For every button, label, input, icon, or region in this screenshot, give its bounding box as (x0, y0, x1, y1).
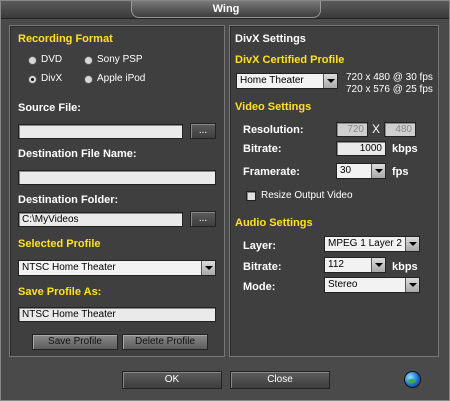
wing-window: Wing Recording Format DVD Sony PSP DivX … (0, 0, 450, 401)
radio-divx-label: DivX (41, 73, 63, 84)
globe-icon[interactable] (404, 371, 421, 388)
destination-folder-label: Destination Folder: (18, 194, 119, 206)
save-profile-as-input[interactable]: NTSC Home Theater (18, 307, 216, 322)
certified-profile-label: DivX Certified Profile (235, 54, 345, 66)
radio-apple-ipod[interactable] (84, 75, 93, 84)
right-panel: DivX Settings DivX Certified Profile Hom… (229, 25, 439, 357)
selected-profile-value: NTSC Home Theater (22, 262, 116, 273)
video-bitrate-label: Bitrate: (243, 143, 282, 155)
destination-name-label: Destination File Name: (18, 148, 137, 160)
chevron-down-icon[interactable] (405, 278, 419, 292)
audio-bitrate-value: 112 (328, 259, 344, 270)
save-profile-button[interactable]: Save Profile (32, 334, 118, 350)
resize-output-label: Resize Output Video (261, 190, 353, 201)
radio-dvd-label: DVD (41, 54, 63, 65)
window-title: Wing (131, 1, 321, 18)
audio-bitrate-unit: kbps (392, 261, 418, 273)
selected-profile-select[interactable]: NTSC Home Theater (18, 260, 216, 276)
destination-name-input[interactable] (18, 170, 216, 185)
mode-value: Stereo (328, 279, 358, 290)
radio-apple-ipod-label: Apple iPod (97, 73, 146, 84)
delete-profile-button[interactable]: Delete Profile (122, 334, 208, 350)
source-file-input[interactable] (18, 124, 183, 139)
radio-dvd[interactable] (28, 56, 37, 65)
left-panel: Recording Format DVD Sony PSP DivX Apple… (9, 25, 225, 357)
framerate-unit: fps (392, 166, 409, 178)
close-button[interactable]: Close (230, 371, 330, 389)
certified-profile-select[interactable]: Home Theater (236, 73, 338, 89)
mode-select[interactable]: Stereo (324, 277, 420, 293)
framerate-label: Framerate: (243, 166, 300, 178)
mode-label: Mode: (243, 281, 276, 293)
chevron-down-icon[interactable] (371, 164, 385, 178)
recording-format-label: Recording Format (18, 33, 113, 45)
source-file-label: Source File: (18, 102, 81, 114)
resolution-width-input[interactable]: 720 (336, 122, 368, 137)
layer-label: Layer: (243, 240, 277, 252)
title-bar[interactable]: Wing (1, 1, 449, 19)
chevron-down-icon[interactable] (323, 74, 337, 88)
divx-settings-title: DivX Settings (235, 33, 306, 45)
save-profile-as-label: Save Profile As: (18, 286, 102, 298)
profile-info-line2: 720 x 576 @ 25 fps (346, 84, 433, 95)
audio-settings-label: Audio Settings (235, 217, 313, 229)
resolution-x-label: X (372, 122, 381, 136)
audio-bitrate-label: Bitrate: (243, 261, 282, 273)
audio-bitrate-select[interactable]: 112 (324, 257, 386, 273)
resize-output-checkbox[interactable] (246, 191, 256, 201)
resolution-label: Resolution: (243, 124, 304, 136)
selected-profile-label: Selected Profile (18, 238, 101, 250)
profile-info-line1: 720 x 480 @ 30 fps (346, 72, 433, 83)
radio-sony-psp[interactable] (84, 56, 93, 65)
radio-divx[interactable] (28, 75, 37, 84)
chevron-down-icon[interactable] (371, 258, 385, 272)
video-settings-label: Video Settings (235, 101, 312, 113)
video-bitrate-unit: kbps (392, 143, 418, 155)
layer-select[interactable]: MPEG 1 Layer 2 (324, 236, 420, 252)
source-file-browse-button[interactable]: ... (190, 123, 216, 139)
framerate-value: 30 (340, 165, 352, 176)
chevron-down-icon[interactable] (405, 237, 419, 251)
ok-button[interactable]: OK (122, 371, 222, 389)
radio-sony-psp-label: Sony PSP (97, 54, 143, 65)
destination-folder-input[interactable]: C:\MyVideos (18, 212, 183, 227)
resolution-height-input[interactable]: 480 (384, 122, 416, 137)
chevron-down-icon[interactable] (201, 261, 215, 275)
certified-profile-value: Home Theater (240, 75, 304, 86)
video-bitrate-input[interactable]: 1000 (336, 141, 386, 156)
destination-folder-browse-button[interactable]: ... (190, 211, 216, 227)
framerate-select[interactable]: 30 (336, 163, 386, 179)
layer-value: MPEG 1 Layer 2 (328, 238, 402, 249)
